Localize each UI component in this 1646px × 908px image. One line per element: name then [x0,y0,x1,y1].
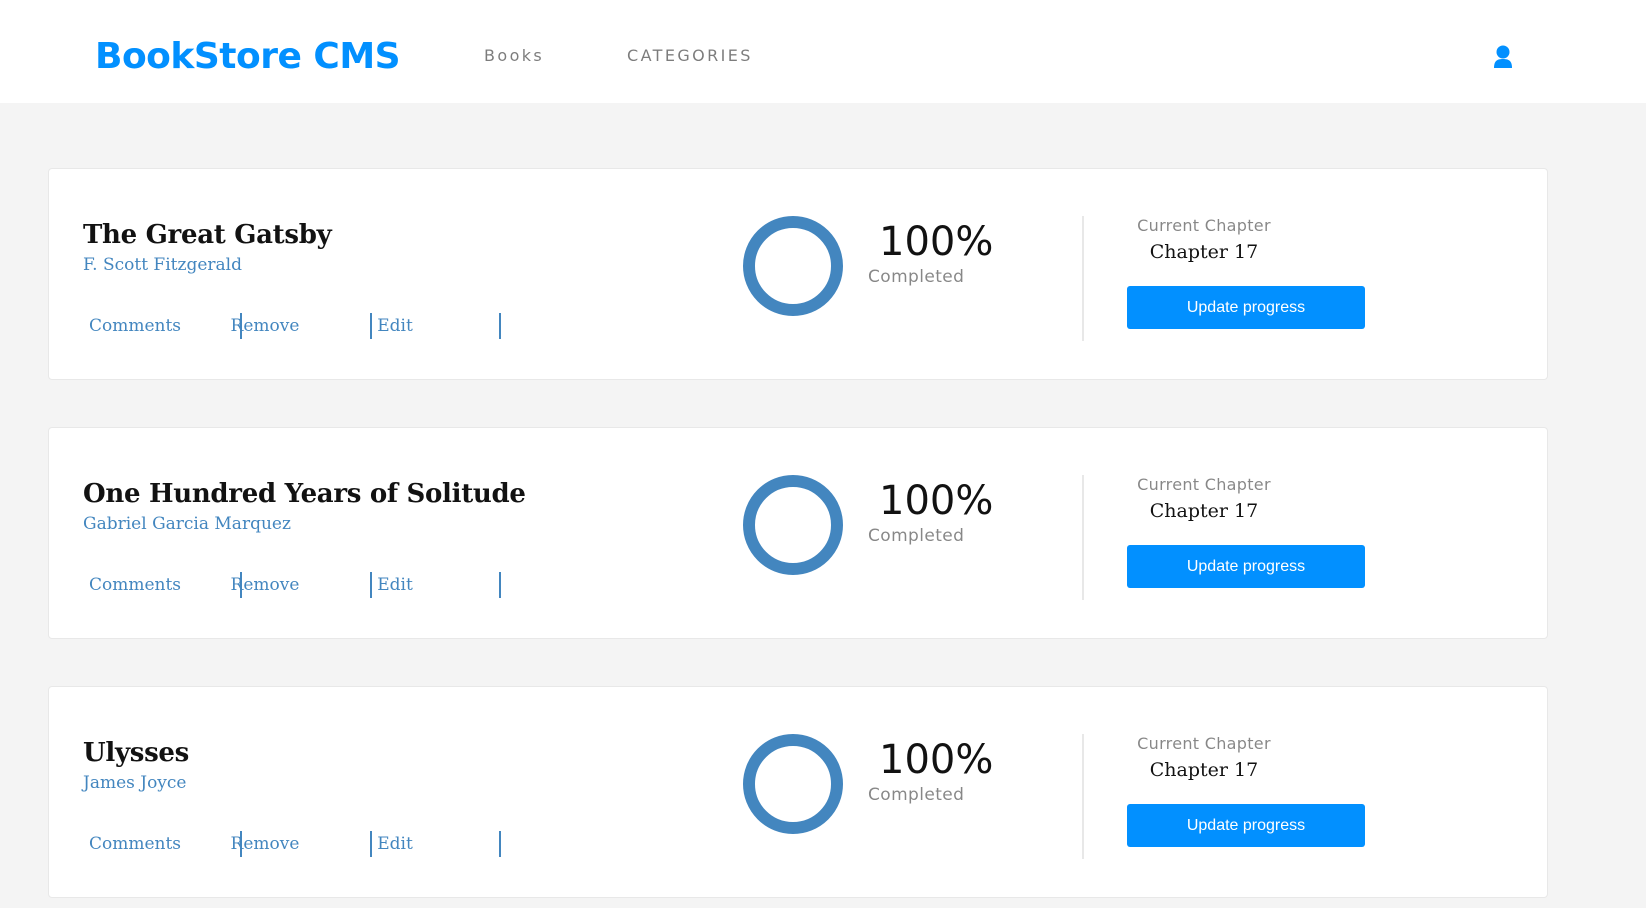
edit-button[interactable]: Edit [343,831,447,857]
action-divider [499,831,501,857]
current-chapter-label: Current Chapter [1137,216,1271,235]
navbar: BookStore CMS Books CATEGORIES [0,0,1646,103]
user-icon [1494,45,1512,68]
progress-ring [743,475,843,575]
action-divider [499,572,501,598]
book-card: The Great Gatsby F. Scott Fitzgerald Com… [48,168,1548,380]
comments-button[interactable]: Comments [83,831,187,857]
user-button[interactable] [1483,38,1523,78]
remove-button[interactable]: Remove [213,831,317,857]
card-divider [1082,475,1084,600]
book-title: The Great Gatsby [83,220,332,250]
progress-status: Completed [868,785,965,805]
edit-button[interactable]: Edit [343,313,447,339]
nav-link-categories[interactable]: CATEGORIES [627,46,753,66]
book-author: James Joyce [83,773,187,793]
action-divider [499,313,501,339]
book-title: Ulysses [83,738,190,768]
update-progress-button[interactable]: Update progress [1127,545,1365,588]
book-card: One Hundred Years of Solitude Gabriel Ga… [48,427,1548,639]
book-author: F. Scott Fitzgerald [83,255,242,275]
card-divider [1082,216,1084,341]
progress-percent: 100% [879,737,994,783]
remove-button[interactable]: Remove [213,572,317,598]
update-progress-button[interactable]: Update progress [1127,804,1365,847]
progress-percent: 100% [879,478,994,524]
progress-status: Completed [868,267,965,287]
update-progress-button[interactable]: Update progress [1127,286,1365,329]
current-chapter-value: Chapter 17 [1149,241,1259,263]
current-chapter-label: Current Chapter [1137,734,1271,753]
current-chapter-value: Chapter 17 [1149,759,1259,781]
edit-button[interactable]: Edit [343,572,447,598]
progress-status: Completed [868,526,965,546]
progress-ring [743,734,843,834]
comments-button[interactable]: Comments [83,572,187,598]
remove-button[interactable]: Remove [213,313,317,339]
progress-percent: 100% [879,219,994,265]
current-chapter-label: Current Chapter [1137,475,1271,494]
book-card: Ulysses James Joyce Comments Remove Edit… [48,686,1548,898]
comments-button[interactable]: Comments [83,313,187,339]
book-title: One Hundred Years of Solitude [83,479,526,509]
card-divider [1082,734,1084,859]
current-chapter-value: Chapter 17 [1149,500,1259,522]
progress-ring [743,216,843,316]
nav-link-books[interactable]: Books [484,46,544,66]
brand-logo[interactable]: BookStore CMS [95,33,401,81]
book-author: Gabriel Garcia Marquez [83,514,291,534]
